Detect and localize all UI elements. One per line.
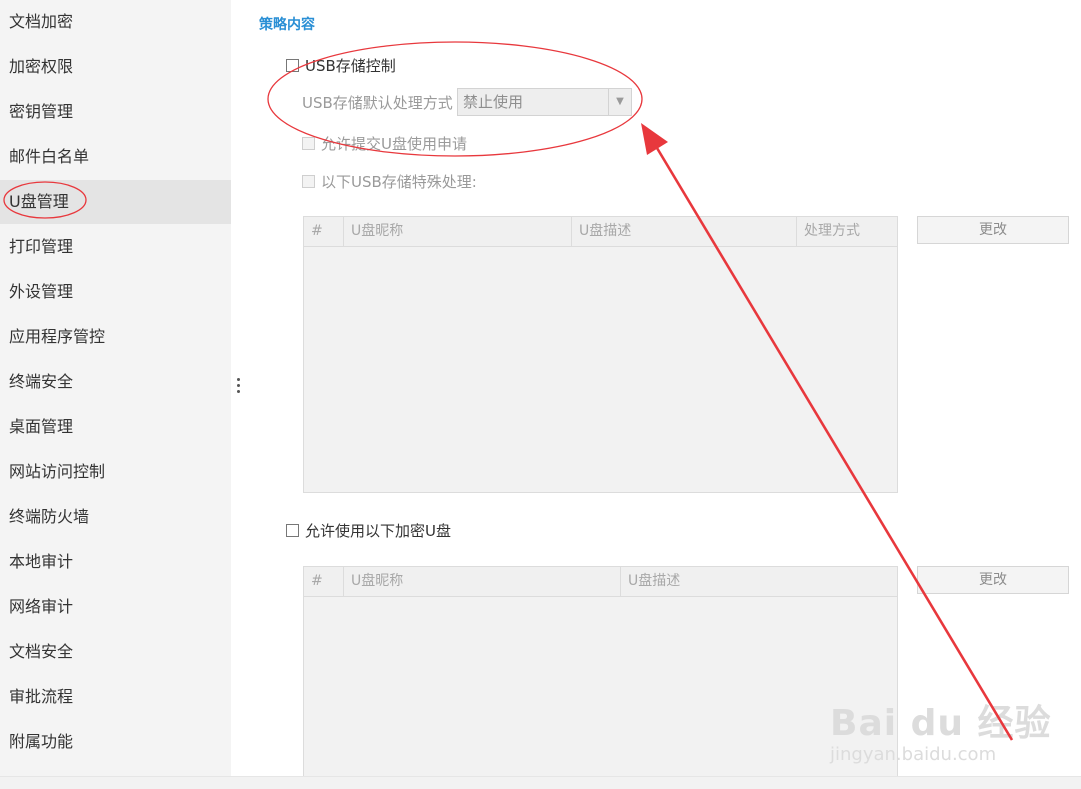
column-header[interactable]: 处理方式 [797,217,897,246]
sidebar-item-website-access-control[interactable]: 网站访问控制 [0,450,231,494]
special-handling-label: 以下USB存储特殊处理: [321,173,477,191]
column-header[interactable]: U盘描述 [621,567,897,596]
column-header[interactable]: U盘描述 [572,217,797,246]
sidebar-item-encryption-permission[interactable]: 加密权限 [0,45,231,89]
sidebar-item-desktop-management[interactable]: 桌面管理 [0,405,231,449]
checkbox-box[interactable] [302,137,315,150]
sidebar: 文档加密 加密权限 密钥管理 邮件白名单 U盘管理 打印管理 外设管理 应用程序… [0,0,231,776]
sidebar-item-key-management[interactable]: 密钥管理 [0,90,231,134]
sidebar-item-document-security[interactable]: 文档安全 [0,630,231,674]
sidebar-item-print-management[interactable]: 打印管理 [0,225,231,269]
usb-control-label: USB存储控制 [305,57,396,75]
sidebar-item-local-audit[interactable]: 本地审计 [0,540,231,584]
section-title: 策略内容 [259,17,315,33]
watermark: Bai du 经验 jingyan.baidu.com [830,694,1052,765]
watermark-brand: Bai du 经验 [830,703,1052,744]
column-header[interactable]: U盘昵称 [344,567,621,596]
allow-request-label: 允许提交U盘使用申请 [321,135,467,153]
table-header: # U盘昵称 U盘描述 处理方式 [304,217,897,247]
sidebar-item-mail-whitelist[interactable]: 邮件白名单 [0,135,231,179]
sidebar-item-document-encryption[interactable]: 文档加密 [0,0,231,44]
usb-control-checkbox[interactable]: USB存储控制 [286,55,396,76]
checkbox-box[interactable] [302,175,315,188]
checkbox-box[interactable] [286,59,299,72]
checkbox-box[interactable] [286,524,299,537]
allow-request-checkbox[interactable]: 允许提交U盘使用申请 [302,133,467,154]
arrow-head-icon [641,123,668,155]
default-mode-label: USB存储默认处理方式 [302,94,453,112]
watermark-url: jingyan.baidu.com [830,744,997,765]
encrypted-usb-table[interactable]: # U盘昵称 U盘描述 [303,566,898,776]
chevron-down-icon[interactable]: ▼ [608,89,631,115]
default-mode-select[interactable]: 禁止使用 ▼ [457,88,632,116]
column-header[interactable]: U盘昵称 [344,217,572,246]
sidebar-item-usb-management[interactable]: U盘管理 [0,180,231,224]
sidebar-item-approval-flow[interactable]: 审批流程 [0,675,231,719]
column-header[interactable]: # [304,217,344,246]
change-button[interactable]: 更改 [917,216,1069,244]
special-handling-checkbox[interactable]: 以下USB存储特殊处理: [302,171,477,192]
change-button[interactable]: 更改 [917,566,1069,594]
sidebar-item-auxiliary-functions[interactable]: 附属功能 [0,720,231,764]
column-header[interactable]: # [304,567,344,596]
allow-encrypted-usb-label: 允许使用以下加密U盘 [305,522,451,540]
special-usb-table[interactable]: # U盘昵称 U盘描述 处理方式 [303,216,898,493]
sidebar-item-endpoint-firewall[interactable]: 终端防火墙 [0,495,231,539]
sidebar-item-peripheral-management[interactable]: 外设管理 [0,270,231,314]
bottom-bar [0,776,1081,789]
table-header: # U盘昵称 U盘描述 [304,567,897,597]
allow-encrypted-usb-checkbox[interactable]: 允许使用以下加密U盘 [286,520,451,541]
sidebar-item-network-audit[interactable]: 网络审计 [0,585,231,629]
vertical-ellipsis-icon[interactable] [236,378,242,398]
sidebar-item-application-control[interactable]: 应用程序管控 [0,315,231,359]
default-mode-value: 禁止使用 [463,93,524,111]
sidebar-item-endpoint-security[interactable]: 终端安全 [0,360,231,404]
